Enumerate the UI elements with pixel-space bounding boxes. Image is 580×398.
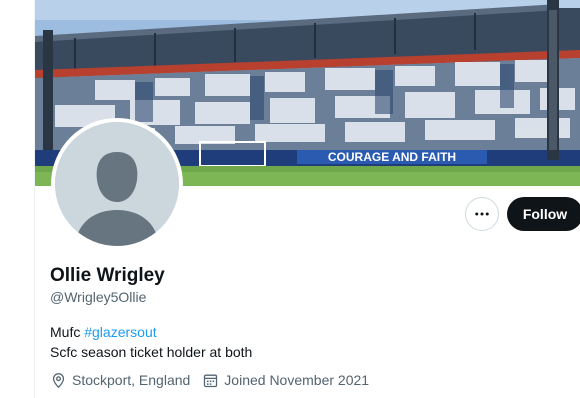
bio-line-1: Mufc #glazersout xyxy=(50,322,252,342)
profile-display-name: Ollie Wrigley xyxy=(50,265,165,286)
calendar-icon xyxy=(204,374,218,387)
bio-hashtag-link[interactable]: #glazersout xyxy=(84,324,156,340)
profile-location: Stockport, England xyxy=(50,372,190,389)
location-text: Stockport, England xyxy=(72,372,191,388)
profile-avatar[interactable] xyxy=(51,118,183,250)
more-options-button[interactable] xyxy=(465,197,499,231)
follow-button[interactable]: Follow xyxy=(507,197,580,231)
joined-text: Joined November 2021 xyxy=(224,372,370,388)
more-horizontal-icon xyxy=(475,212,489,216)
profile-join-date: Joined November 2021 xyxy=(202,372,369,389)
profile-bio: Mufc #glazersout Scfc season ticket hold… xyxy=(50,322,252,362)
bio-line-2: Scfc season ticket holder at both xyxy=(50,344,253,360)
bio-word: Mufc xyxy=(50,324,81,340)
location-pin-icon xyxy=(52,372,65,388)
profile-meta: Stockport, England Joined November 2021 xyxy=(50,370,381,390)
banner-slogan-text: COURAGE AND FAITH xyxy=(328,150,456,164)
profile-handle: @Wrigley5Ollie xyxy=(50,289,147,305)
default-avatar-icon xyxy=(55,122,179,246)
